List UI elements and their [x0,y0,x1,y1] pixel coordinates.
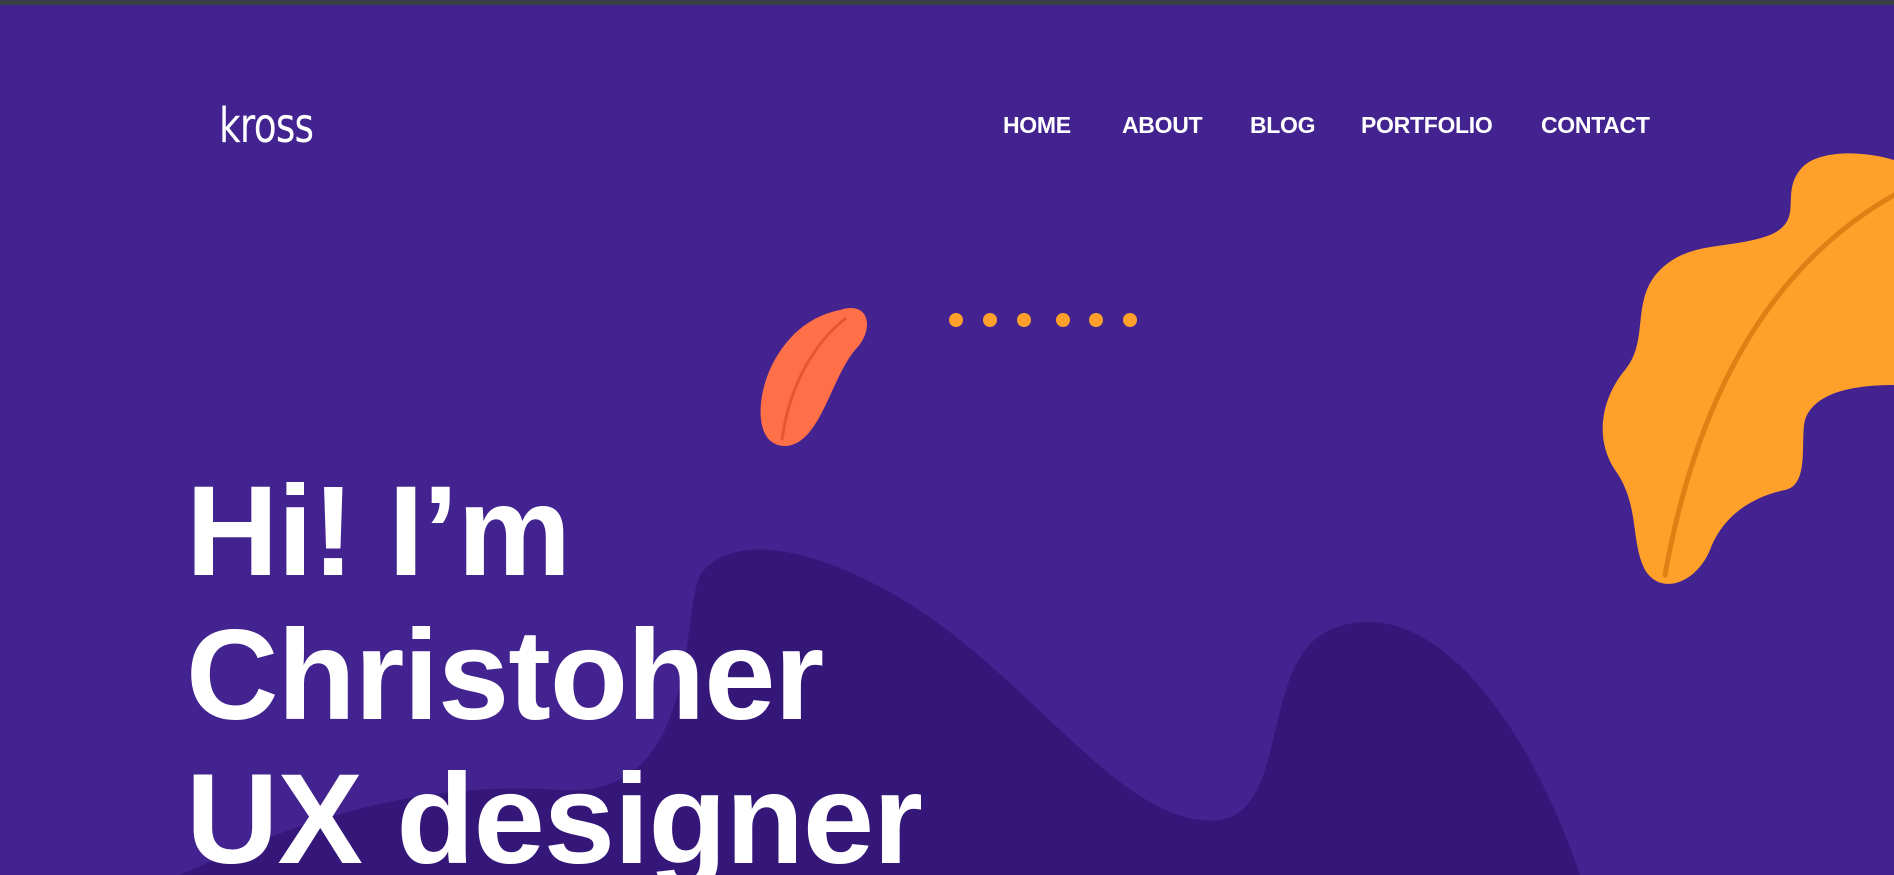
hero-line-greeting: Hi! I’m [186,460,571,603]
nav-item-blog[interactable]: BLOG [1250,108,1316,142]
nav-item-contact[interactable]: CONTACT [1541,108,1650,142]
hero-section: kross HOME ABOUT BLOG PORTFOLIO CONTACT … [0,0,1894,875]
large-leaf-illustration [1602,153,1894,584]
dot-row-decoration [949,313,1137,327]
nav-item-about[interactable]: ABOUT [1122,108,1203,142]
nav-item-home[interactable]: HOME [1003,108,1071,142]
nav-item-portfolio[interactable]: PORTFOLIO [1361,108,1493,142]
hero-line-name: Christoher [186,604,824,747]
small-leaf-illustration [760,308,867,446]
hero-heading: Hi! I’m Christoher UX designer [186,460,923,875]
main-navigation: HOME ABOUT BLOG PORTFOLIO CONTACT [0,108,1894,142]
hero-line-role: UX designer [186,748,923,875]
